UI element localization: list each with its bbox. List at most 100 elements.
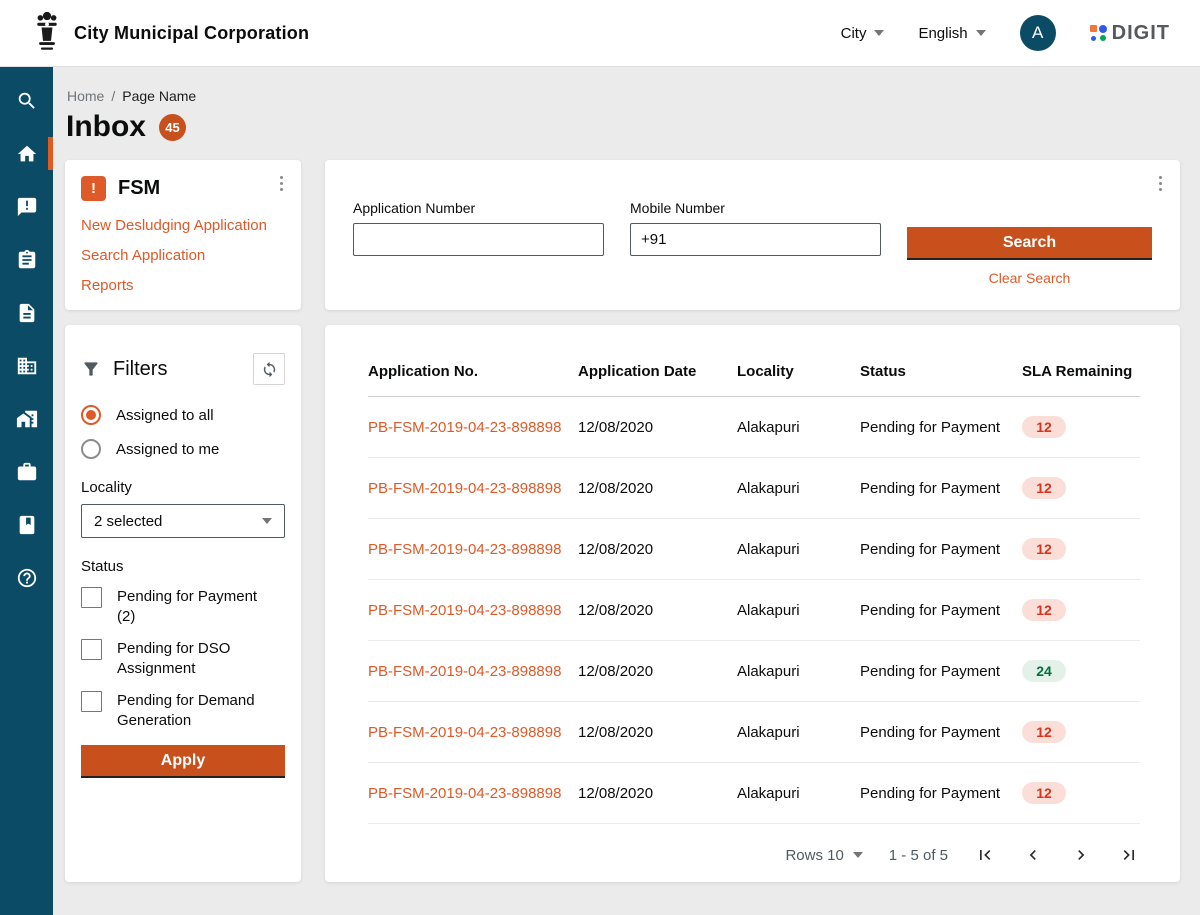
locality-select[interactable]: 2 selected xyxy=(81,504,285,538)
city-selector[interactable]: City xyxy=(841,25,885,42)
chevron-down-icon xyxy=(976,30,986,36)
radio-assigned-to-all[interactable]: Assigned to all xyxy=(81,405,285,425)
application-date-cell: 12/08/2020 xyxy=(578,724,737,741)
application-no-link[interactable]: PB-FSM-2019-04-23-898898 xyxy=(368,541,561,558)
sidebar-item-complaints[interactable] xyxy=(0,180,53,233)
checkbox-pending-for-payment-2-[interactable]: Pending for Payment (2) xyxy=(81,587,285,627)
first-page-icon xyxy=(975,845,995,865)
status-cell: Pending for Payment xyxy=(860,785,1022,802)
document-icon xyxy=(16,302,38,324)
digit-logo-mark xyxy=(1090,25,1107,42)
column-header: Locality xyxy=(737,363,860,380)
active-indicator xyxy=(48,137,53,170)
last-page-button[interactable] xyxy=(1118,844,1140,866)
application-no-link[interactable]: PB-FSM-2019-04-23-898898 xyxy=(368,663,561,680)
sidebar-item-property[interactable] xyxy=(0,392,53,445)
table-header-row: Application No. Application Date Localit… xyxy=(368,325,1140,397)
table-row[interactable]: PB-FSM-2019-04-23-898898 12/08/2020 Alak… xyxy=(368,641,1140,702)
breadcrumb: Home / Page Name xyxy=(67,88,196,104)
clear-search-link[interactable]: Clear Search xyxy=(989,270,1071,286)
table-row[interactable]: PB-FSM-2019-04-23-898898 12/08/2020 Alak… xyxy=(368,458,1140,519)
sidebar-item-reports[interactable] xyxy=(0,498,53,551)
application-no-link[interactable]: PB-FSM-2019-04-23-898898 xyxy=(368,419,561,436)
fsm-link-search-application[interactable]: Search Application xyxy=(81,247,205,264)
clipboard-icon xyxy=(16,249,38,271)
sidebar-item-home[interactable] xyxy=(0,127,53,180)
breadcrumb-home-link[interactable]: Home xyxy=(67,88,104,104)
app-title: City Municipal Corporation xyxy=(74,23,309,44)
briefcase-icon xyxy=(16,461,38,483)
table-row[interactable]: PB-FSM-2019-04-23-898898 12/08/2020 Alak… xyxy=(368,763,1140,824)
checkbox-pending-for-dso-assignment[interactable]: Pending for DSO Assignment xyxy=(81,639,285,679)
sidebar-item-checklist[interactable] xyxy=(0,233,53,286)
refresh-filters-button[interactable] xyxy=(253,353,285,385)
mobile-number-input[interactable] xyxy=(630,223,881,256)
building-icon xyxy=(16,355,38,377)
refresh-icon xyxy=(261,361,278,378)
sidebar-item-documents[interactable] xyxy=(0,286,53,339)
application-number-input[interactable] xyxy=(353,223,604,256)
locality-cell: Alakapuri xyxy=(737,785,860,802)
radio-button-icon[interactable] xyxy=(81,439,101,459)
fsm-link-reports[interactable]: Reports xyxy=(81,277,134,294)
sla-remaining-badge: 12 xyxy=(1022,599,1066,621)
table-row[interactable]: PB-FSM-2019-04-23-898898 12/08/2020 Alak… xyxy=(368,519,1140,580)
last-page-icon xyxy=(1119,845,1139,865)
sla-remaining-badge: 12 xyxy=(1022,782,1066,804)
table-row[interactable]: PB-FSM-2019-04-23-898898 12/08/2020 Alak… xyxy=(368,580,1140,641)
checkbox-icon[interactable] xyxy=(81,691,102,712)
fsm-module-card: ! FSM New Desludging Application Search A… xyxy=(65,160,301,310)
application-date-cell: 12/08/2020 xyxy=(578,785,737,802)
sidebar-item-city[interactable] xyxy=(0,339,53,392)
announcement-icon xyxy=(16,196,38,218)
national-emblem-logo xyxy=(32,8,64,58)
radio-assigned-to-me[interactable]: Assigned to me xyxy=(81,439,285,459)
application-no-link[interactable]: PB-FSM-2019-04-23-898898 xyxy=(368,602,561,619)
search-icon xyxy=(16,90,38,112)
user-avatar[interactable]: A xyxy=(1020,15,1056,51)
application-date-cell: 12/08/2020 xyxy=(578,419,737,436)
sla-remaining-badge: 12 xyxy=(1022,721,1066,743)
filters-title: Filters xyxy=(113,358,167,381)
sidebar-item-help[interactable] xyxy=(0,551,53,604)
chevron-right-icon xyxy=(1071,845,1091,865)
application-date-cell: 12/08/2020 xyxy=(578,480,737,497)
search-card-menu-button[interactable] xyxy=(1155,172,1166,195)
sla-remaining-badge: 24 xyxy=(1022,660,1066,682)
status-label: Status xyxy=(81,558,285,575)
status-cell: Pending for Payment xyxy=(860,663,1022,680)
checkbox-icon[interactable] xyxy=(81,639,102,660)
fsm-link-new-desludging-application[interactable]: New Desludging Application xyxy=(81,217,267,234)
chevron-down-icon xyxy=(262,518,272,524)
application-no-link[interactable]: PB-FSM-2019-04-23-898898 xyxy=(368,785,561,802)
search-card: Application Number Mobile Number Search … xyxy=(325,160,1180,310)
sidebar-item-search[interactable] xyxy=(0,74,53,127)
chevron-left-icon xyxy=(1023,845,1043,865)
radio-button-icon[interactable] xyxy=(81,405,101,425)
locality-cell: Alakapuri xyxy=(737,724,860,741)
apply-filters-button[interactable]: Apply xyxy=(81,745,285,776)
pagination-range: 1 - 5 of 5 xyxy=(889,847,948,864)
fsm-card-menu-button[interactable] xyxy=(276,172,287,195)
application-no-link[interactable]: PB-FSM-2019-04-23-898898 xyxy=(368,724,561,741)
chevron-down-icon xyxy=(853,852,863,858)
chevron-down-icon xyxy=(874,30,884,36)
language-selector[interactable]: English xyxy=(918,25,985,42)
next-page-button[interactable] xyxy=(1070,844,1092,866)
status-cell: Pending for Payment xyxy=(860,602,1022,619)
breadcrumb-current: Page Name xyxy=(122,88,196,104)
first-page-button[interactable] xyxy=(974,844,996,866)
rows-per-page-select[interactable]: Rows 10 xyxy=(785,847,862,864)
table-row[interactable]: PB-FSM-2019-04-23-898898 12/08/2020 Alak… xyxy=(368,702,1140,763)
previous-page-button[interactable] xyxy=(1022,844,1044,866)
fsm-card-title: FSM xyxy=(118,177,160,200)
status-cell: Pending for Payment xyxy=(860,541,1022,558)
sidebar-item-employee[interactable] xyxy=(0,445,53,498)
search-button[interactable]: Search xyxy=(907,227,1152,258)
application-no-link[interactable]: PB-FSM-2019-04-23-898898 xyxy=(368,480,561,497)
table-row[interactable]: PB-FSM-2019-04-23-898898 12/08/2020 Alak… xyxy=(368,397,1140,458)
checkbox-icon[interactable] xyxy=(81,587,102,608)
checkbox-pending-for-demand-generation[interactable]: Pending for Demand Generation xyxy=(81,691,285,731)
fsm-module-icon: ! xyxy=(81,176,106,201)
digit-logo: DIGIT xyxy=(1090,22,1170,45)
